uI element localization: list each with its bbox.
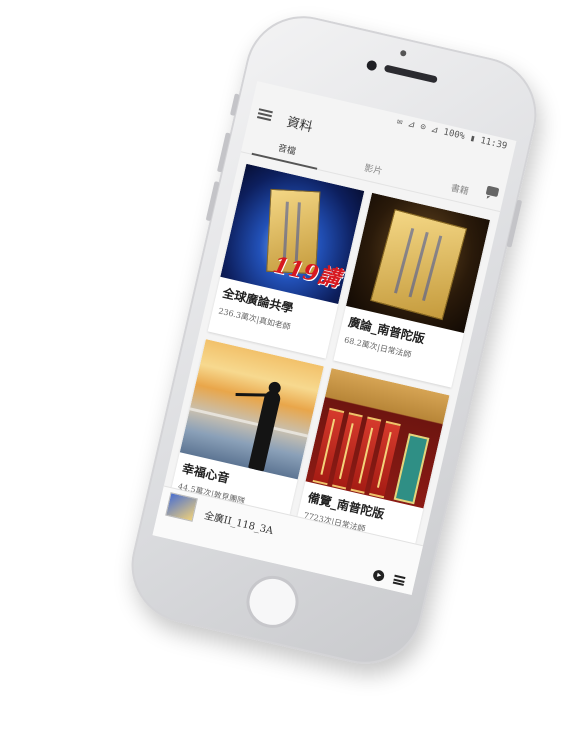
front-sensor xyxy=(399,49,407,57)
power-button xyxy=(506,199,523,248)
now-playing-title: 全廣II_118_3A xyxy=(202,510,275,538)
mute-switch xyxy=(229,93,240,116)
player-controls xyxy=(372,568,406,587)
player-thumbnail xyxy=(165,492,198,522)
book-cover-image xyxy=(370,208,468,320)
volume-down-button xyxy=(205,181,220,222)
volume-up-button xyxy=(216,132,231,173)
home-button[interactable] xyxy=(241,570,304,634)
play-icon[interactable] xyxy=(372,568,386,583)
episode-badge: 119講 xyxy=(270,251,343,293)
chat-icon[interactable] xyxy=(485,185,500,198)
earpiece xyxy=(383,64,438,84)
app-screen: ✉ ⊿ ⊙ ⊿ 100% ▮ 11:39 資料 音檔 影片 書籍 119講 全球… xyxy=(152,81,517,595)
page-title: 資料 xyxy=(285,114,314,135)
menu-icon[interactable] xyxy=(256,108,273,122)
phone-frame: ✉ ⊿ ⊙ ⊿ 100% ▮ 11:39 資料 音檔 影片 書籍 119講 全球… xyxy=(120,4,548,676)
front-camera xyxy=(365,59,378,72)
scroll-image xyxy=(393,433,430,505)
playlist-icon[interactable] xyxy=(392,574,406,586)
